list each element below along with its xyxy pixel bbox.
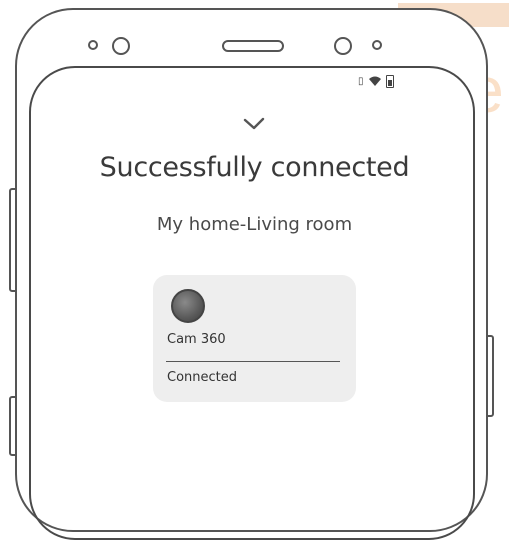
camera-ball-icon [171, 289, 205, 323]
page-title: Successfully connected [99, 152, 410, 183]
device-status: Connected [167, 370, 238, 385]
vibrate-icon: ▯ [358, 75, 364, 87]
battery-icon [385, 74, 394, 88]
earpiece-speaker [222, 40, 284, 52]
device-name: Cam 360 [167, 332, 226, 347]
status-bar: ▯ [358, 74, 394, 88]
proximity-sensor [372, 40, 382, 50]
wifi-icon [368, 76, 381, 86]
sensor-dot [88, 40, 98, 50]
divider [166, 361, 340, 362]
front-camera [112, 37, 130, 55]
device-card[interactable]: Cam 360 Connected [153, 275, 356, 402]
iris-scanner [334, 37, 352, 55]
location-label: My home-Living room [156, 214, 353, 235]
checkmark-icon [243, 117, 265, 130]
